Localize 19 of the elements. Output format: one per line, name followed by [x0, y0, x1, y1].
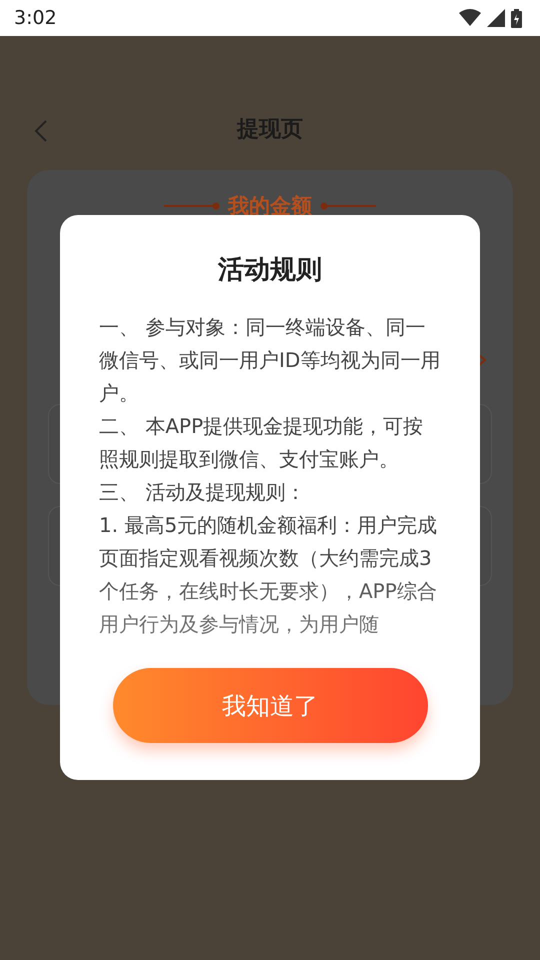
confirm-button[interactable]: 我知道了	[112, 668, 428, 743]
option-card-edge[interactable]	[48, 506, 60, 586]
rule-paragraph: 1. 最高5元的随机金额福利：用户完成页面指定观看视频次数（大约需完成3个任务，在线时长无要求），APP综合用户行为及参与情况，为用户随	[99, 512, 438, 638]
ornament-icon	[164, 202, 220, 210]
chevron-icon	[478, 354, 486, 366]
rule-paragraph: 一、 参与对象：同一终端设备、同一微信号、或同一用户ID等均视为同一用户。	[99, 314, 441, 407]
battery-icon	[511, 8, 522, 28]
rule-paragraph: 三、 活动及提现规则：	[99, 479, 306, 506]
wifi-icon	[459, 9, 481, 27]
ornament-icon	[320, 202, 376, 210]
option-card-edge[interactable]	[48, 404, 60, 484]
card-heading: 我的金额	[228, 193, 312, 220]
dialog-title: 活动规则	[218, 254, 322, 287]
option-card-edge[interactable]	[480, 506, 492, 586]
option-card-edge[interactable]	[480, 404, 492, 484]
status-time: 3:02	[14, 7, 57, 29]
signal-icon	[487, 9, 505, 27]
back-icon[interactable]	[34, 120, 48, 142]
rule-paragraph: 二、 本APP提供现金提现功能，可按照规则提取到微信、支付宝账户。	[99, 413, 424, 473]
